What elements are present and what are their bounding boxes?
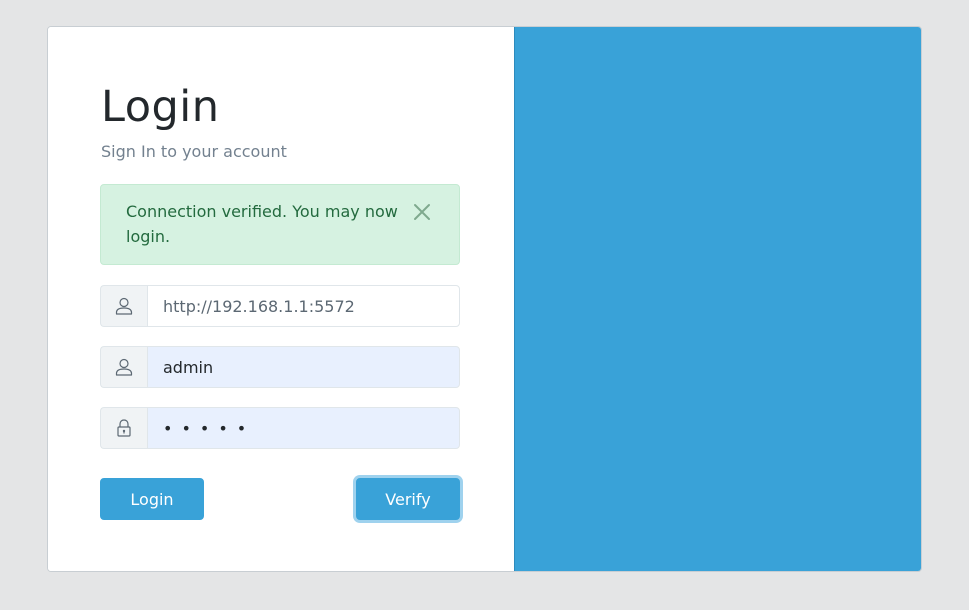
page-subtitle: Sign In to your account [101, 142, 287, 161]
success-alert: Connection verified. You may now login. [100, 184, 460, 265]
username-field-group [100, 346, 460, 388]
login-card: Login Sign In to your account Connection… [47, 26, 922, 572]
page-title: Login [101, 82, 220, 132]
username-input[interactable] [147, 346, 460, 388]
login-pane: Login Sign In to your account Connection… [48, 27, 514, 571]
close-icon[interactable] [409, 199, 435, 225]
lock-icon [100, 407, 147, 449]
login-button[interactable]: Login [100, 478, 204, 520]
verify-button[interactable]: Verify [356, 478, 460, 520]
url-field-group [100, 285, 460, 327]
password-field-group [100, 407, 460, 449]
user-icon [100, 285, 147, 327]
blue-side-panel [514, 27, 921, 571]
user-icon [100, 346, 147, 388]
alert-message: Connection verified. You may now login. [126, 202, 398, 246]
password-input[interactable] [147, 407, 460, 449]
url-input[interactable] [147, 285, 460, 327]
